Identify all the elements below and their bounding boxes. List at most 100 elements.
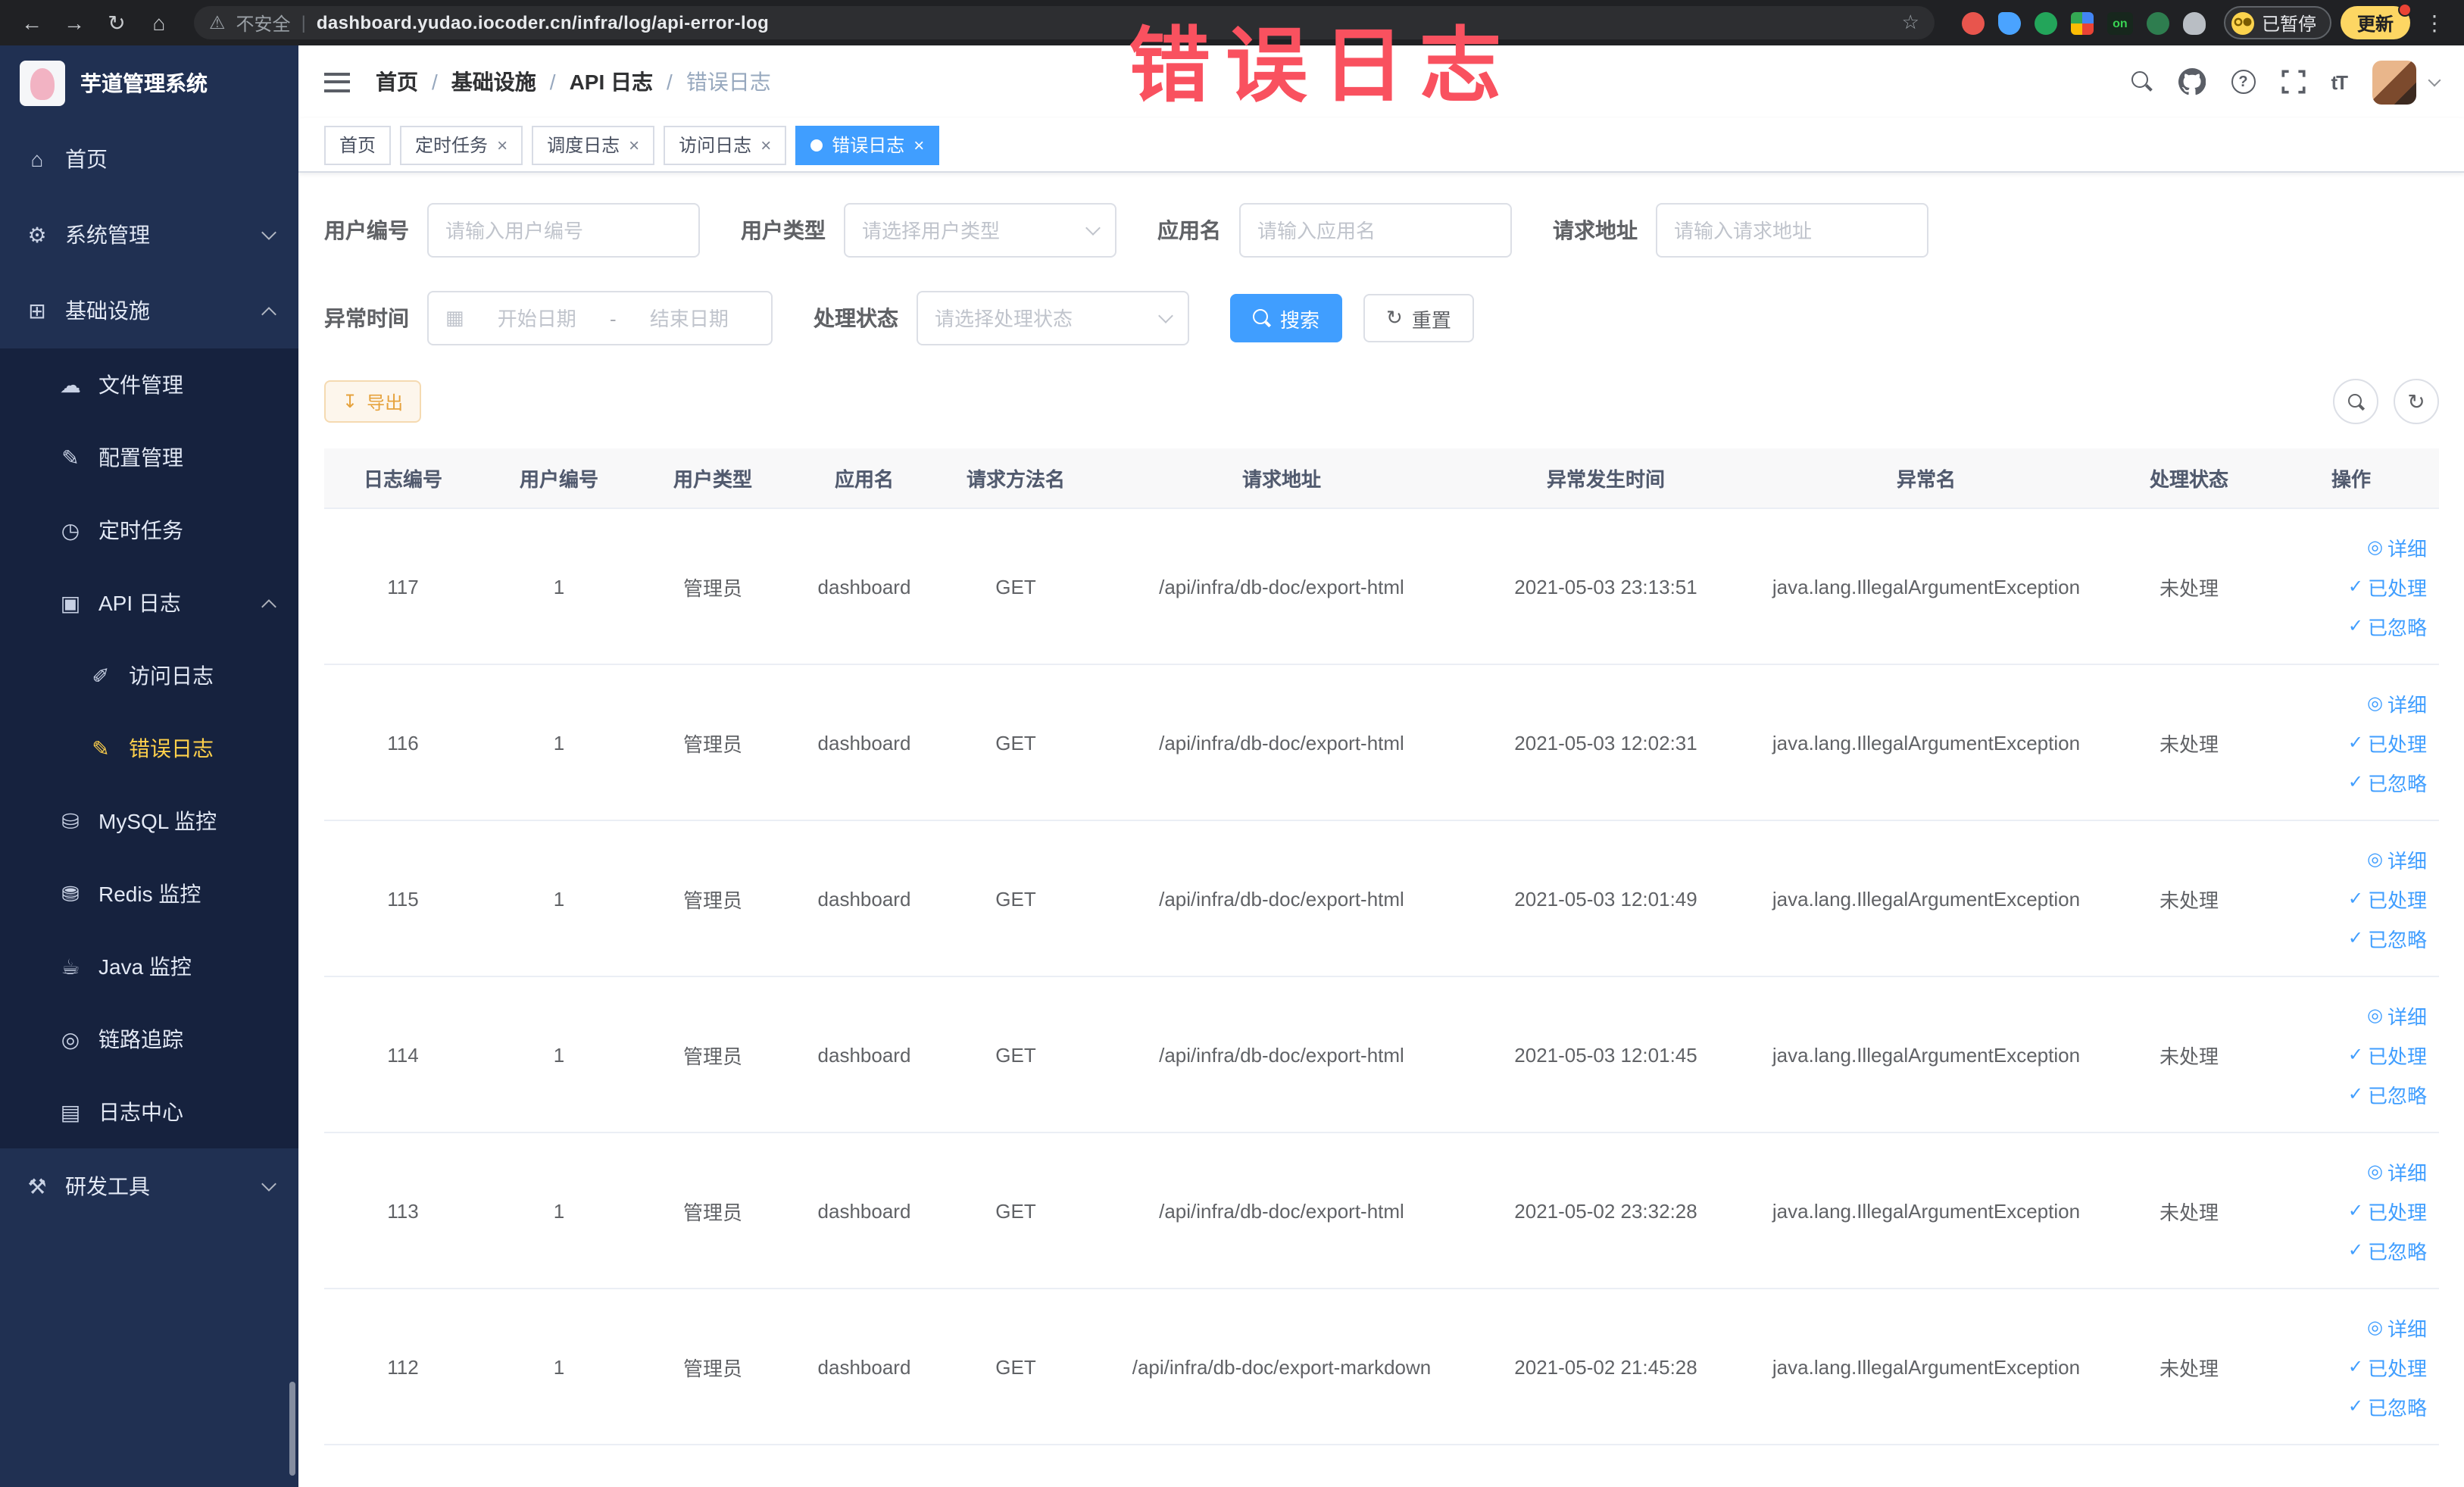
tab-schedule-log[interactable]: 调度日志 × — [532, 125, 655, 164]
help-icon[interactable]: ? — [2231, 70, 2256, 94]
request-url-input[interactable] — [1674, 219, 1910, 242]
browser-menu-icon[interactable]: ⋮ — [2419, 10, 2450, 36]
bookmark-star-icon[interactable]: ☆ — [1902, 11, 1919, 35]
tab-scheduled-jobs[interactable]: 定时任务 × — [400, 125, 523, 164]
close-icon[interactable]: × — [497, 134, 507, 155]
processed-link[interactable]: ✓ 已处理 — [2348, 572, 2427, 601]
extension-icon-2[interactable] — [1997, 11, 2021, 34]
export-button[interactable]: ↧ 导出 — [324, 380, 422, 423]
ignore-link[interactable]: ✓ 已忽略 — [2348, 611, 2427, 640]
github-icon[interactable] — [2178, 68, 2206, 95]
sidebar-item-dev-tools[interactable]: ⚒ 研发工具 — [0, 1148, 298, 1224]
sidebar-item-java-monitor[interactable]: ☕ Java 监控 — [0, 930, 298, 1003]
process-status-select[interactable] — [917, 291, 1189, 345]
start-date-input[interactable] — [471, 307, 602, 330]
address-bar[interactable]: ⚠ 不安全 | dashboard.yudao.iocoder.cn/infra… — [194, 6, 1935, 39]
sidebar-item-system[interactable]: ⚙ 系统管理 — [0, 197, 298, 273]
sidebar-item-api-log[interactable]: ▣ API 日志 — [0, 567, 298, 639]
url-cell: /api/infra/db-doc/export-html — [1159, 575, 1404, 598]
home-icon[interactable]: ⌂ — [142, 6, 176, 39]
user-type-select[interactable] — [844, 203, 1116, 258]
sidebar-item-log-center[interactable]: ▤ 日志中心 — [0, 1076, 298, 1148]
reload-icon[interactable]: ↻ — [100, 6, 133, 39]
detail-link[interactable]: ◎ 详细 — [2367, 845, 2427, 873]
tab-error-log[interactable]: 错误日志 × — [795, 125, 940, 164]
processed-link[interactable]: ✓ 已处理 — [2348, 1040, 2427, 1069]
close-icon[interactable]: × — [760, 134, 771, 155]
extension-icon-6[interactable] — [2146, 11, 2169, 34]
sidebar-item-label: 日志中心 — [98, 1100, 183, 1124]
close-icon[interactable]: × — [629, 134, 639, 155]
collapse-sidebar-icon[interactable] — [324, 72, 350, 92]
processed-link[interactable]: ✓ 已处理 — [2348, 884, 2427, 913]
detail-link[interactable]: ◎ 详细 — [2367, 1157, 2427, 1186]
app-name-field[interactable] — [1239, 203, 1512, 258]
exception-time-range-picker[interactable]: ▦ - — [427, 291, 773, 345]
processed-link[interactable]: ✓ 已处理 — [2348, 1196, 2427, 1225]
extension-icon-4[interactable] — [2070, 11, 2094, 34]
breadcrumb-infrastructure[interactable]: 基础设施 — [451, 67, 536, 97]
sidebar-item-error-log[interactable]: ✎ 错误日志 — [0, 712, 298, 785]
reset-button[interactable]: ↻ 重置 — [1363, 294, 1474, 342]
sidebar-item-home[interactable]: ⌂ 首页 — [0, 121, 298, 197]
end-date-input[interactable] — [623, 307, 755, 330]
sidebar-item-file-management[interactable]: ☁ 文件管理 — [0, 348, 298, 421]
ignored-label: 已忽略 — [2367, 1396, 2427, 1419]
process-status-input[interactable] — [935, 307, 1150, 330]
ignore-link[interactable]: ✓ 已忽略 — [2348, 1392, 2427, 1420]
fullscreen-icon[interactable] — [2281, 70, 2305, 94]
extension-icon-7[interactable] — [2182, 11, 2206, 34]
sidebar-item-access-log[interactable]: ✐ 访问日志 — [0, 639, 298, 712]
font-size-icon[interactable]: tT — [2331, 70, 2348, 93]
toggle-search-button[interactable] — [2333, 379, 2378, 424]
tab-home[interactable]: 首页 — [324, 125, 392, 164]
browser-update-button[interactable]: 更新 — [2340, 3, 2412, 39]
forward-icon[interactable]: → — [58, 6, 91, 39]
detail-link[interactable]: ◎ 详细 — [2367, 689, 2427, 717]
exception-cell: java.lang.IllegalArgumentException — [1772, 575, 2081, 598]
detail-link[interactable]: ◎ 详细 — [2367, 1313, 2427, 1342]
refresh-table-button[interactable]: ↻ — [2394, 379, 2439, 424]
security-label[interactable]: 不安全 — [236, 10, 291, 36]
search-icon[interactable] — [2131, 71, 2152, 92]
sidebar-item-label: MySQL 监控 — [98, 809, 217, 833]
url-text[interactable]: dashboard.yudao.iocoder.cn/infra/log/api… — [317, 12, 1891, 33]
extension-icon-5[interactable]: on — [2106, 11, 2133, 34]
processed-link[interactable]: ✓ 已处理 — [2348, 1352, 2427, 1381]
user-id-input[interactable] — [445, 219, 682, 242]
chevron-down-icon[interactable] — [2428, 73, 2441, 87]
close-icon[interactable]: × — [913, 134, 924, 155]
back-icon[interactable]: ← — [15, 6, 48, 39]
sidebar-item-redis-monitor[interactable]: ⛃ Redis 监控 — [0, 858, 298, 930]
extension-icon-1[interactable] — [1961, 11, 1985, 34]
sidebar-item-trace[interactable]: ◎ 链路追踪 — [0, 1003, 298, 1076]
sidebar-item-scheduled-jobs[interactable]: ◷ 定时任务 — [0, 494, 298, 567]
sidebar-scrollbar[interactable] — [289, 1382, 295, 1476]
log-id-cell: 117 — [387, 575, 419, 598]
ignore-link[interactable]: ✓ 已忽略 — [2348, 1236, 2427, 1264]
user-avatar[interactable] — [2372, 60, 2416, 104]
detail-link[interactable]: ◎ 详细 — [2367, 1001, 2427, 1029]
processed-link[interactable]: ✓ 已处理 — [2348, 728, 2427, 757]
sidebar-item-label: 基础设施 — [65, 298, 150, 323]
sidebar-item-label: API 日志 — [98, 591, 181, 615]
user-id-field[interactable] — [427, 203, 700, 258]
table-row: 117 1 管理员 dashboard GET /api/infra/db-do… — [324, 509, 2439, 665]
breadcrumb-api-log[interactable]: API 日志 — [570, 67, 653, 97]
ignore-link[interactable]: ✓ 已忽略 — [2348, 923, 2427, 952]
ignore-link[interactable]: ✓ 已忽略 — [2348, 767, 2427, 796]
extension-icon-3[interactable] — [2034, 11, 2057, 34]
app-name-input[interactable] — [1257, 219, 1494, 242]
breadcrumb-home[interactable]: 首页 — [376, 67, 418, 97]
detail-link[interactable]: ◎ 详细 — [2367, 533, 2427, 561]
profile-paused-chip[interactable]: 已暂停 — [2223, 6, 2331, 39]
search-button[interactable]: 搜索 — [1230, 294, 1343, 342]
app-title: 芋道管理系统 — [80, 71, 208, 95]
sidebar-item-mysql-monitor[interactable]: ⛁ MySQL 监控 — [0, 785, 298, 858]
user-type-input[interactable] — [862, 219, 1077, 242]
ignore-link[interactable]: ✓ 已忽略 — [2348, 1079, 2427, 1108]
tab-access-log[interactable]: 访问日志 × — [664, 125, 787, 164]
sidebar-item-infrastructure[interactable]: ⊞ 基础设施 — [0, 273, 298, 348]
sidebar-item-config-management[interactable]: ✎ 配置管理 — [0, 421, 298, 494]
request-url-field[interactable] — [1656, 203, 1928, 258]
